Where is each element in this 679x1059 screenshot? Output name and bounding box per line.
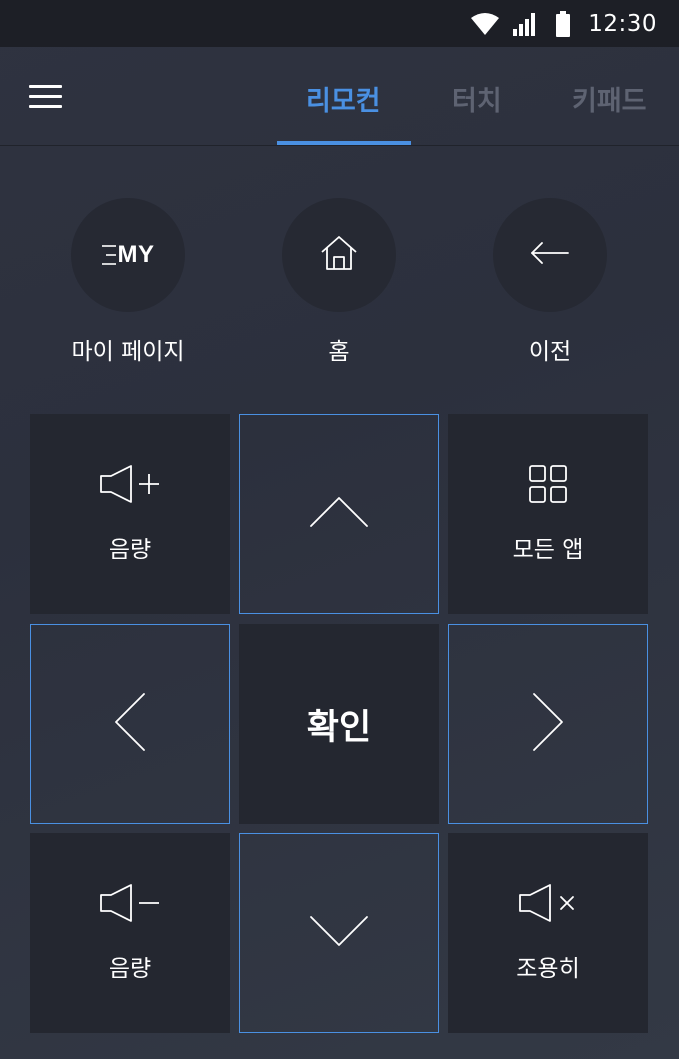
chevron-down-icon: [309, 915, 369, 951]
my-page-label: 마이 페이지: [71, 339, 185, 365]
all-apps-label: 모든 앱: [512, 537, 584, 563]
apps-grid-icon: [528, 464, 568, 508]
home-button[interactable]: [282, 198, 396, 312]
volume-down-label: 음량: [108, 956, 152, 982]
volume-up-label: 음량: [108, 537, 152, 563]
tab-keypad[interactable]: 키패드: [572, 79, 647, 118]
ok-button[interactable]: 확인: [239, 624, 439, 824]
volume-up-icon: [99, 464, 161, 508]
status-time: 12:30: [588, 10, 657, 37]
home-label: 홈: [328, 339, 350, 365]
all-apps-button[interactable]: 모든 앱: [448, 414, 648, 614]
my-page-icon: MY: [101, 241, 155, 268]
tab-touch[interactable]: 터치: [452, 79, 502, 118]
battery-icon: [556, 10, 571, 37]
volume-up-button[interactable]: 음량: [30, 414, 230, 614]
home-icon: [319, 233, 359, 277]
down-button[interactable]: [239, 833, 439, 1033]
wifi-icon: [470, 12, 500, 36]
back-button[interactable]: [493, 198, 607, 312]
volume-down-button[interactable]: 음량: [30, 833, 230, 1033]
chevron-up-icon: [309, 496, 369, 532]
right-button[interactable]: [448, 624, 648, 824]
back-arrow-icon: [530, 241, 570, 269]
active-tab-indicator: [277, 141, 411, 145]
tab-remote[interactable]: 리모컨: [306, 79, 381, 118]
mute-button[interactable]: 조용히: [448, 833, 648, 1033]
up-button[interactable]: [239, 414, 439, 614]
chevron-left-icon: [114, 692, 146, 756]
mute-label: 조용히: [516, 956, 580, 982]
left-button[interactable]: [30, 624, 230, 824]
my-page-button[interactable]: MY: [71, 198, 185, 312]
status-bar: 12:30: [0, 0, 679, 47]
back-label: 이전: [528, 339, 572, 365]
header: 리모컨 터치 키패드: [0, 47, 679, 146]
volume-down-icon: [99, 883, 161, 927]
ok-label: 확인: [306, 707, 372, 748]
chevron-right-icon: [532, 692, 564, 756]
mute-icon: [518, 883, 578, 927]
signal-icon: [512, 12, 538, 36]
hamburger-menu-icon[interactable]: [29, 85, 62, 109]
